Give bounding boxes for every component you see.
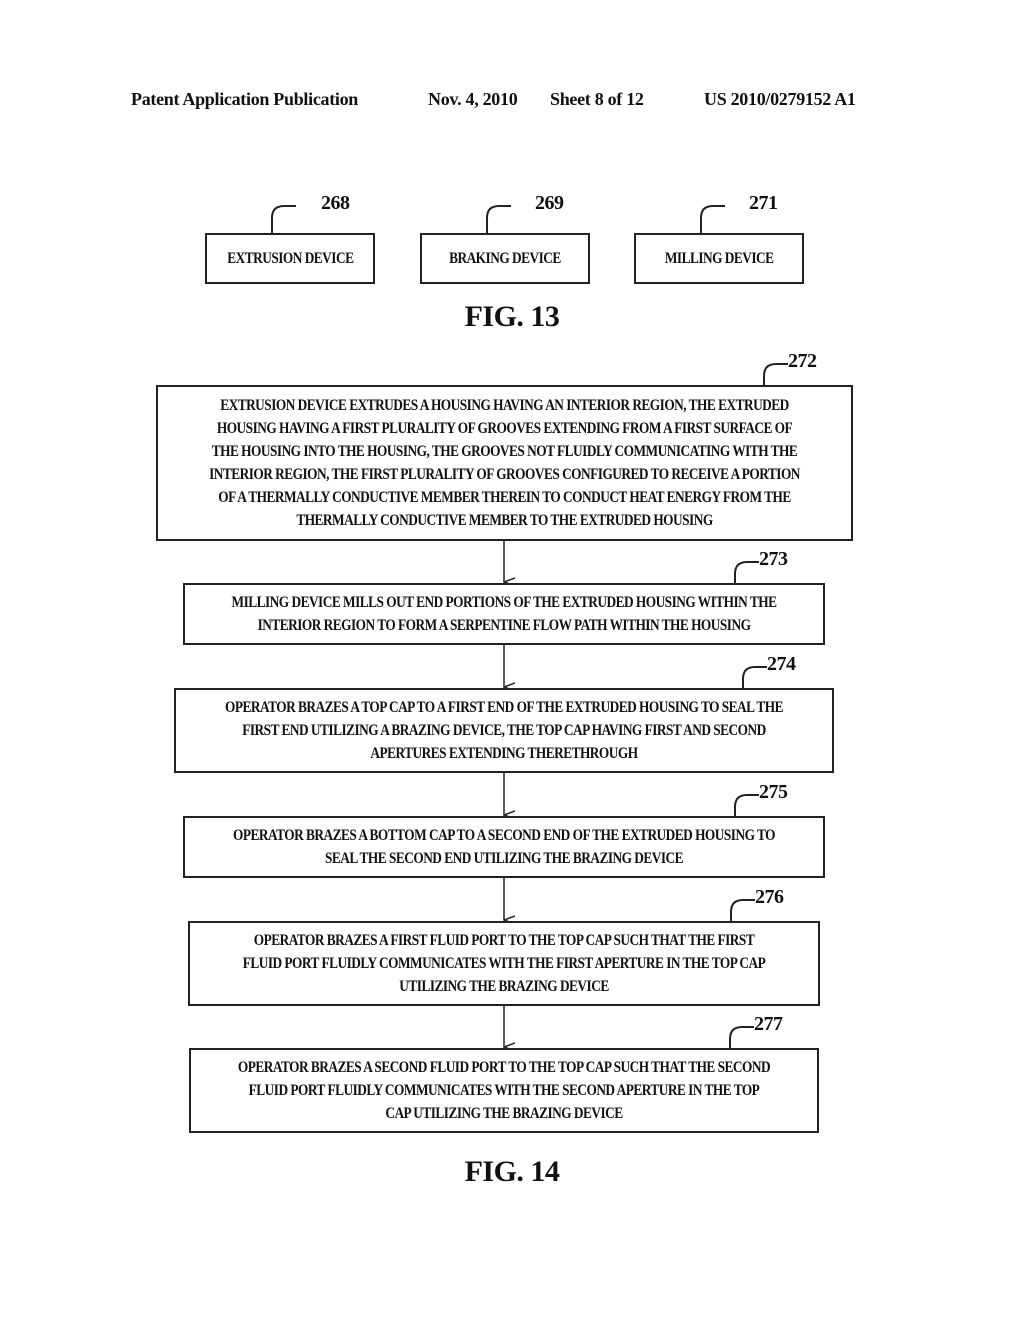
- extrusion-device-label: EXTRUSION DEVICE: [226, 250, 354, 267]
- step-277-text: OPERATOR BRAZES A SECOND FLUID PORT TO T…: [237, 1059, 771, 1122]
- step-273-box: MILLING DEVICE MILLS OUT END PORTIONS OF…: [183, 583, 825, 645]
- braking-device-label: BRAKING DEVICE: [449, 250, 561, 267]
- figure-14-label: FIG. 14: [464, 1155, 560, 1188]
- ref-268: 268: [321, 192, 350, 214]
- step-274-text: OPERATOR BRAZES A TOP CAP TO A FIRST END…: [224, 699, 784, 762]
- extrusion-device-box: EXTRUSION DEVICE: [205, 233, 375, 284]
- ref-273: 273: [759, 548, 788, 570]
- leader-line-274: [742, 666, 767, 689]
- ref-277: 277: [754, 1013, 783, 1035]
- step-276-box: OPERATOR BRAZES A FIRST FLUID PORT TO TH…: [188, 921, 820, 1006]
- step-276-text: OPERATOR BRAZES A FIRST FLUID PORT TO TH…: [242, 932, 766, 995]
- step-273-text: MILLING DEVICE MILLS OUT END PORTIONS OF…: [231, 594, 777, 634]
- ref-276: 276: [755, 886, 784, 908]
- leader-line-277: [729, 1026, 754, 1049]
- figure-13-label: FIG. 13: [464, 300, 560, 333]
- step-275-text: OPERATOR BRAZES A BOTTOM CAP TO A SECOND…: [232, 827, 776, 867]
- milling-device-box: MILLING DEVICE: [634, 233, 804, 284]
- ref-272: 272: [788, 350, 817, 372]
- leader-line-275: [734, 794, 759, 817]
- leader-line-271: [700, 205, 725, 234]
- ref-275: 275: [759, 781, 788, 803]
- leader-line-273: [734, 561, 759, 584]
- leader-line-276: [730, 899, 755, 922]
- leader-line-269: [486, 205, 511, 234]
- braking-device-box: BRAKING DEVICE: [420, 233, 590, 284]
- ref-274: 274: [767, 653, 796, 675]
- ref-269: 269: [535, 192, 564, 214]
- step-274-box: OPERATOR BRAZES A TOP CAP TO A FIRST END…: [174, 688, 834, 773]
- step-272-text: EXTRUSION DEVICE EXTRUDES A HOUSING HAVI…: [209, 397, 800, 529]
- step-277-box: OPERATOR BRAZES A SECOND FLUID PORT TO T…: [189, 1048, 819, 1133]
- leader-line-272: [763, 363, 788, 386]
- step-272-box: EXTRUSION DEVICE EXTRUDES A HOUSING HAVI…: [156, 385, 853, 541]
- leader-line-268: [271, 205, 296, 234]
- milling-device-label: MILLING DEVICE: [664, 250, 774, 267]
- step-275-box: OPERATOR BRAZES A BOTTOM CAP TO A SECOND…: [183, 816, 825, 878]
- ref-271: 271: [749, 192, 778, 214]
